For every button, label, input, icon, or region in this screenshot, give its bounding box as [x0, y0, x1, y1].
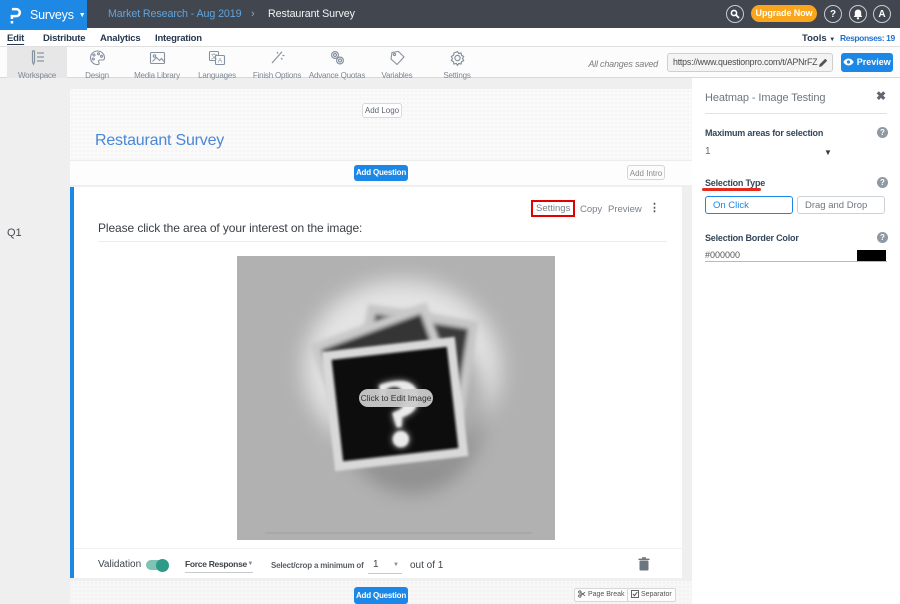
- svg-text:A: A: [218, 58, 223, 65]
- svg-text:Click to Edit Image: Click to Edit Image: [361, 393, 432, 403]
- svg-text:文: 文: [211, 52, 218, 61]
